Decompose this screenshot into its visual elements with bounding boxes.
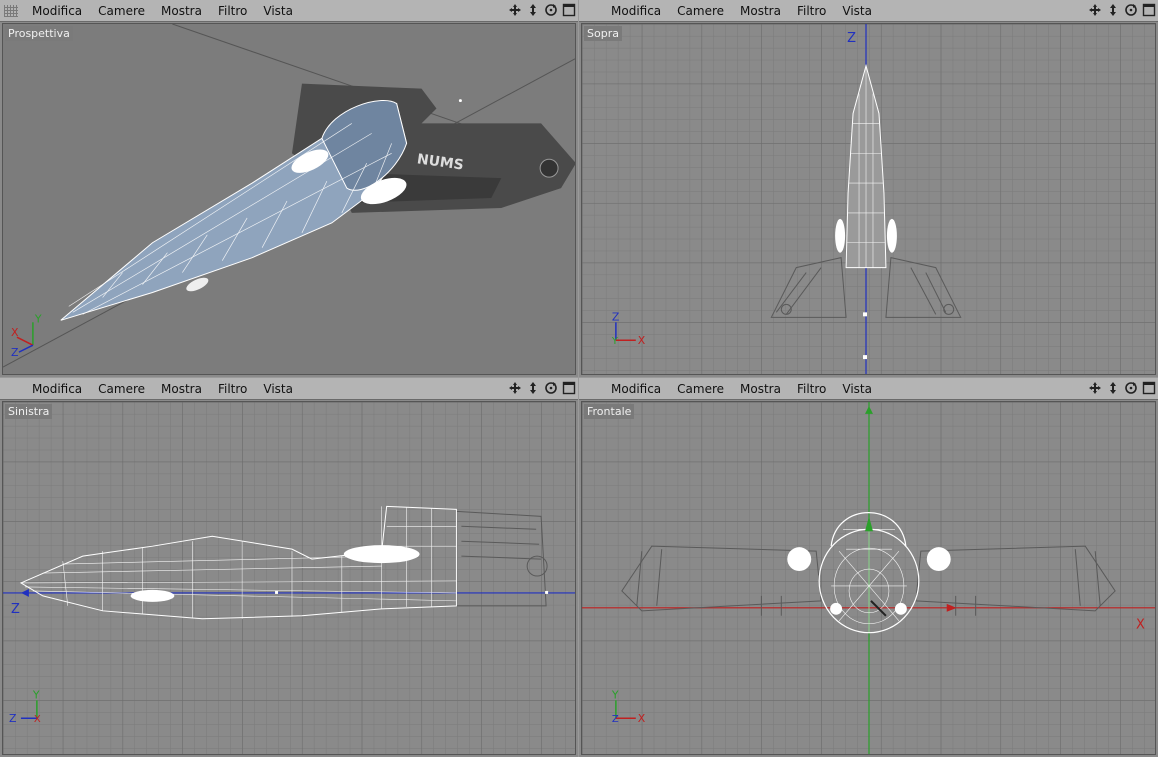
maximize-icon[interactable]	[562, 3, 576, 17]
viewport-menubar: Modifica Camere Mostra Filtro Vista	[579, 378, 1158, 400]
viewport-pane-top: Modifica Camere Mostra Filtro Vista Z Z …	[579, 0, 1158, 377]
axis-label-y: Y	[34, 312, 42, 325]
grip-handle[interactable]	[4, 4, 18, 17]
axis-label-y: Y	[32, 688, 40, 701]
perspective-scene: NUMS Y X Z	[3, 24, 575, 368]
axis-label-y: Y	[611, 688, 619, 701]
zoom-icon[interactable]	[1106, 3, 1120, 17]
viewport-label: Prospettiva	[5, 26, 73, 41]
viewport-label: Sopra	[584, 26, 622, 41]
top-scene: Z Z X Y	[582, 24, 1155, 374]
axis-label-main: Z	[11, 602, 20, 617]
menu-filtro[interactable]: Filtro	[210, 0, 255, 22]
viewport-menubar: Modifica Camere Mostra Filtro Vista	[0, 378, 578, 400]
viewport-label: Sinistra	[5, 404, 53, 419]
menu-vista[interactable]: Vista	[255, 378, 301, 400]
menu-mostra[interactable]: Mostra	[153, 0, 210, 22]
menu-vista[interactable]: Vista	[834, 0, 880, 22]
rotate-icon[interactable]	[1124, 3, 1138, 17]
menu-modifica[interactable]: Modifica	[24, 378, 90, 400]
rotate-icon[interactable]	[544, 381, 558, 395]
viewport-pane-left: Modifica Camere Mostra Filtro Vista Z Y …	[0, 378, 578, 757]
axis-label-x: X	[638, 334, 646, 347]
menu-modifica[interactable]: Modifica	[603, 0, 669, 22]
zoom-icon[interactable]	[526, 3, 540, 17]
move-icon[interactable]	[1088, 3, 1102, 17]
maximize-icon[interactable]	[1142, 381, 1156, 395]
menu-mostra[interactable]: Mostra	[153, 378, 210, 400]
viewport-pane-perspective: Modifica Camere Mostra Filtro Vista NUMS	[0, 0, 578, 377]
menu-filtro[interactable]: Filtro	[789, 0, 834, 22]
viewport-top[interactable]: Z Z X Y Sopra	[581, 23, 1156, 375]
zoom-icon[interactable]	[526, 381, 540, 395]
axis-label-y: Y	[611, 336, 619, 347]
maximize-icon[interactable]	[562, 381, 576, 395]
viewport-label: Frontale	[584, 404, 635, 419]
menu-filtro[interactable]: Filtro	[210, 378, 255, 400]
menu-camere[interactable]: Camere	[90, 378, 153, 400]
move-icon[interactable]	[508, 381, 522, 395]
axis-label-main: X	[1136, 618, 1145, 633]
move-icon[interactable]	[1088, 381, 1102, 395]
axis-label-main: Z	[847, 31, 856, 46]
move-icon[interactable]	[508, 3, 522, 17]
menu-mostra[interactable]: Mostra	[732, 0, 789, 22]
axis-label-x: X	[34, 714, 41, 725]
axis-label-x: X	[638, 712, 646, 725]
viewport-menubar: Modifica Camere Mostra Filtro Vista	[0, 0, 578, 22]
viewport-perspective[interactable]: NUMS Y X Z Prospettiva	[2, 23, 576, 375]
menu-camere[interactable]: Camere	[90, 0, 153, 22]
front-scene: X Y X Z	[582, 402, 1155, 754]
rotate-icon[interactable]	[544, 3, 558, 17]
menu-modifica[interactable]: Modifica	[603, 378, 669, 400]
axis-label-x: X	[11, 326, 19, 339]
menu-camere[interactable]: Camere	[669, 378, 732, 400]
menu-filtro[interactable]: Filtro	[789, 378, 834, 400]
axis-label-z: Z	[11, 346, 19, 359]
viewport-front[interactable]: X Y X Z Frontale	[581, 401, 1156, 755]
viewport-menubar: Modifica Camere Mostra Filtro Vista	[579, 0, 1158, 22]
menu-camere[interactable]: Camere	[669, 0, 732, 22]
left-scene: Z Y Z X	[3, 402, 575, 754]
menu-mostra[interactable]: Mostra	[732, 378, 789, 400]
viewport-pane-front: Modifica Camere Mostra Filtro Vista X Y …	[579, 378, 1158, 757]
menu-vista[interactable]: Vista	[834, 378, 880, 400]
maximize-icon[interactable]	[1142, 3, 1156, 17]
rotate-icon[interactable]	[1124, 381, 1138, 395]
axis-label-z: Z	[9, 712, 17, 725]
menu-modifica[interactable]: Modifica	[24, 0, 90, 22]
axis-label-z: Z	[612, 310, 620, 323]
zoom-icon[interactable]	[1106, 381, 1120, 395]
menu-vista[interactable]: Vista	[255, 0, 301, 22]
axis-label-z: Z	[612, 714, 619, 725]
viewport-left[interactable]: Z Y Z X Sinistra	[2, 401, 576, 755]
